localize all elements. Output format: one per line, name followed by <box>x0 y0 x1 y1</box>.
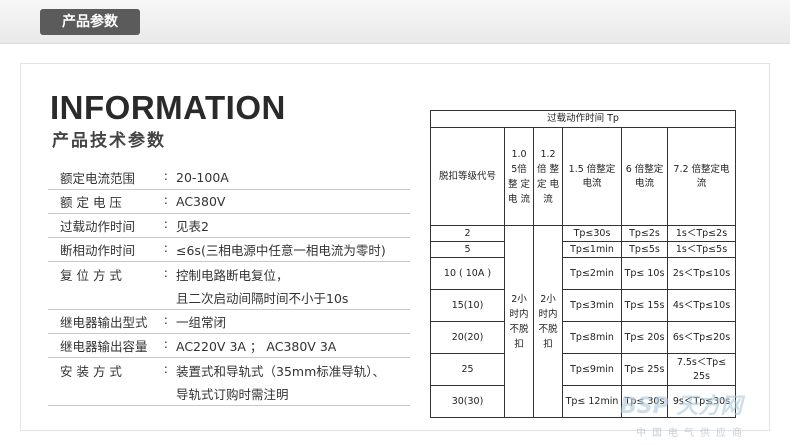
spec-label: 额 定 电 压: <box>60 192 168 210</box>
cell-1-5: Tp≤9min <box>562 353 622 386</box>
spec-row: 安 装 方 式: 装置式和导轨式（35mm标准导轨）、 <box>48 358 410 382</box>
cell-1-5: Tp≤1min <box>562 241 622 258</box>
watermark-tagline: 中国电气供应商 <box>636 428 748 439</box>
spec-row: 继电器输出型式: 一组常闭 <box>48 310 410 334</box>
cell-6: Tp≤ 10s <box>621 257 668 290</box>
spec-label: 继电器输出型式: <box>60 312 168 330</box>
header-1-2: 1.2 倍 整 定 电 流 <box>533 127 563 226</box>
spec-value: AC380V <box>176 194 226 209</box>
table-row: 15(10) Tp≤3min Tp≤ 15s 4s＜Tp≤10s <box>430 289 736 322</box>
cell-6: Tp≤ 15s <box>621 289 668 322</box>
overload-time-table: 过载动作时间 Tp 脱扣等级代号 1.0 5倍 整 定 电 流 1.2 倍 整 … <box>430 110 736 418</box>
tab-product-params[interactable]: 产品参数 <box>40 9 140 35</box>
table-row: 20(20) Tp≤8min Tp≤ 20s 6s＜Tp≤20s <box>430 321 736 354</box>
cell-7-2: 1s＜Tp≤2s <box>667 225 736 242</box>
cell-6: Tp≤ 25s <box>621 353 668 386</box>
spec-row: 断相动作时间: ≤6s(三相电源中任意一相电流为零时) <box>48 238 410 262</box>
cell-code: 25 <box>430 353 505 386</box>
header-code: 脱扣等级代号 <box>430 127 505 226</box>
table-row: 5 Tp≤1min Tp≤5s 1s＜Tp≤5s <box>430 241 736 258</box>
merged-1-05: 2小时内不脱扣 <box>504 225 534 418</box>
spec-value: AC220V 3A ； AC380V 3A <box>176 339 337 354</box>
cell-6: Tp≤2s <box>621 225 668 242</box>
spec-value: 20-100A <box>176 170 229 185</box>
spec-list: 额定电流范围: 20-100A 额 定 电 压: AC380V 过载动作时间: … <box>48 166 410 406</box>
spec-value: 一组常闭 <box>176 315 227 330</box>
cell-code: 20(20) <box>430 321 505 354</box>
header-1-5: 1.5 倍整定电流 <box>562 127 622 226</box>
spec-label: 安 装 方 式: <box>60 360 168 379</box>
spec-value: ≤6s(三相电源中任意一相电流为零时) <box>176 243 386 258</box>
spec-value: 见表2 <box>176 219 209 234</box>
cell-7-2: 6s＜Tp≤20s <box>667 321 736 354</box>
spec-row: 额定电流范围: 20-100A <box>48 166 410 190</box>
cell-code: 15(10) <box>430 289 505 322</box>
spec-row: 继电器输出容量: AC220V 3A ； AC380V 3A <box>48 334 410 358</box>
spec-row: 且二次启动间隔时间不小于10s <box>48 286 410 310</box>
header-1-05: 1.0 5倍 整 定 电 流 <box>504 127 534 226</box>
cell-1-5: Tp≤3min <box>562 289 622 322</box>
info-subtitle: 产品技术参数 <box>52 131 166 151</box>
table-row: 2 2小时内不脱扣 2小时内不脱扣 Tp≤30s Tp≤2s 1s＜Tp≤2s <box>430 225 736 418</box>
cell-7-2: 1s＜Tp≤5s <box>667 241 736 258</box>
cell-code: 5 <box>430 241 505 258</box>
cell-6: Tp≤ 20s <box>621 321 668 354</box>
spec-value: 装置式和导轨式（35mm标准导轨）、 <box>176 363 386 379</box>
cell-1-5: Tp≤ 12min <box>562 385 622 418</box>
cell-1-5: Tp≤30s <box>562 225 622 242</box>
spec-row: 复 位 方 式: 控制电路断电复位， <box>48 262 410 286</box>
spec-label: 复 位 方 式: <box>60 264 168 283</box>
table-row: 25 Tp≤9min Tp≤ 25s 7.5s＜Tp≤ 25s <box>430 353 736 386</box>
spec-row: 额 定 电 压: AC380V <box>48 190 410 214</box>
info-title: INFORMATION <box>50 89 286 126</box>
header-6: 6 倍整定电流 <box>621 127 668 226</box>
spec-label: 断相动作时间: <box>60 240 168 258</box>
cell-7-2: 2s＜Tp≤10s <box>667 257 736 290</box>
spec-row: 过载动作时间: 见表2 <box>48 214 410 238</box>
spec-value: 控制电路断电复位， <box>176 267 289 283</box>
cell-code: 30(30) <box>430 385 505 418</box>
merged-1-2: 2小时内不脱扣 <box>533 225 563 418</box>
spec-label: 过载动作时间: <box>60 216 168 234</box>
table-row: 10 ( 10A ) Tp≤2min Tp≤ 10s 2s＜Tp≤10s <box>430 257 736 290</box>
spec-label: 额定电流范围: <box>60 168 168 186</box>
cell-1-5: Tp≤8min <box>562 321 622 354</box>
table-title: 过载动作时间 Tp <box>430 110 736 128</box>
cell-6: Tp≤5s <box>621 241 668 258</box>
header-7-2: 7.2 倍整定电流 <box>667 127 736 226</box>
cell-7-2: 4s＜Tp≤10s <box>667 289 736 322</box>
cell-7-2: 7.5s＜Tp≤ 25s <box>667 353 736 386</box>
cell-1-5: Tp≤2min <box>562 257 622 290</box>
top-bar: 产品参数 <box>0 0 790 44</box>
cell-code: 2 <box>430 225 505 242</box>
spec-row: 导轨式订购时需注明 <box>48 382 410 406</box>
spec-label: 继电器输出容量: <box>60 336 168 354</box>
cell-code: 10 ( 10A ) <box>430 257 505 290</box>
watermark-logo: BSP 天方网 <box>620 394 743 419</box>
spec-value: 且二次启动间隔时间不小于10s <box>176 291 349 306</box>
spec-value: 导轨式订购时需注明 <box>176 387 289 402</box>
